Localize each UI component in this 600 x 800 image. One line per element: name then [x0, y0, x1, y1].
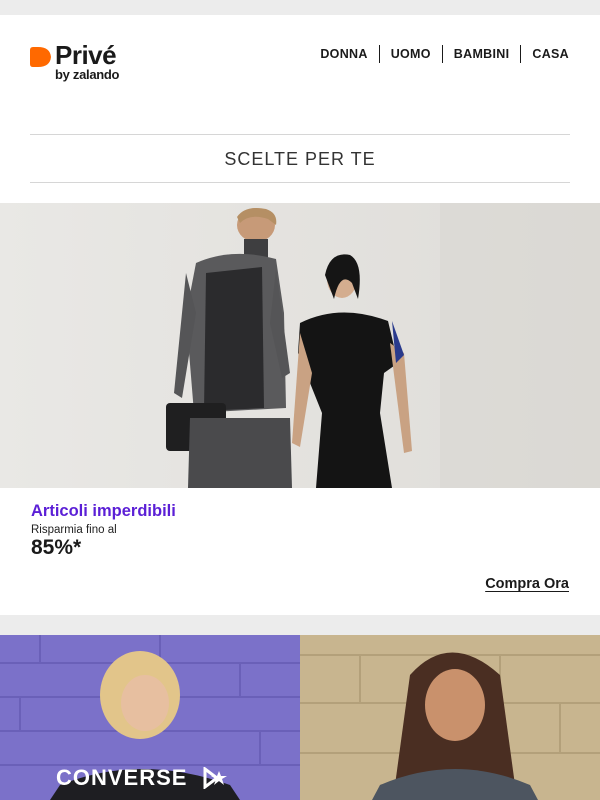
promo-title[interactable]: Articoli imperdibili [31, 502, 176, 521]
converse-brand-label: CONVERSE [56, 765, 188, 790]
nav-item-bambini[interactable]: BAMBINI [443, 45, 521, 63]
section-title: SCELTE PER TE [224, 149, 376, 169]
section-divider-top [30, 134, 570, 135]
fashion-models-image [0, 203, 600, 488]
logo-subtitle: by zalando [55, 67, 120, 82]
product-tiles: CONVERSE [0, 635, 600, 800]
email-page: Privé by zalando DONNA UOMO BAMBINI CASA… [0, 0, 600, 800]
nav-item-donna[interactable]: DONNA [309, 45, 378, 63]
main-nav: DONNA UOMO BAMBINI CASA [309, 45, 569, 63]
promo-card: Articoli imperdibili Risparmia fino al 8… [0, 488, 600, 615]
girl-portrait-image [300, 635, 600, 800]
converse-chevron-star-icon [203, 767, 227, 789]
header: Privé by zalando DONNA UOMO BAMBINI CASA… [0, 15, 600, 203]
prive-logo-mark-icon [30, 47, 51, 67]
shop-now-link[interactable]: Compra Ora [485, 576, 569, 592]
nav-item-uomo[interactable]: UOMO [380, 45, 442, 63]
promo-discount: 85%* [31, 536, 82, 559]
converse-kids-tile[interactable]: CONVERSE [0, 635, 300, 800]
nav-item-casa[interactable]: CASA [521, 45, 569, 63]
kids-girl-tile[interactable] [300, 635, 600, 800]
section-divider-bottom [30, 182, 570, 183]
hero-image[interactable] [0, 203, 600, 488]
promo-subtitle: Risparmia fino al [31, 524, 117, 536]
